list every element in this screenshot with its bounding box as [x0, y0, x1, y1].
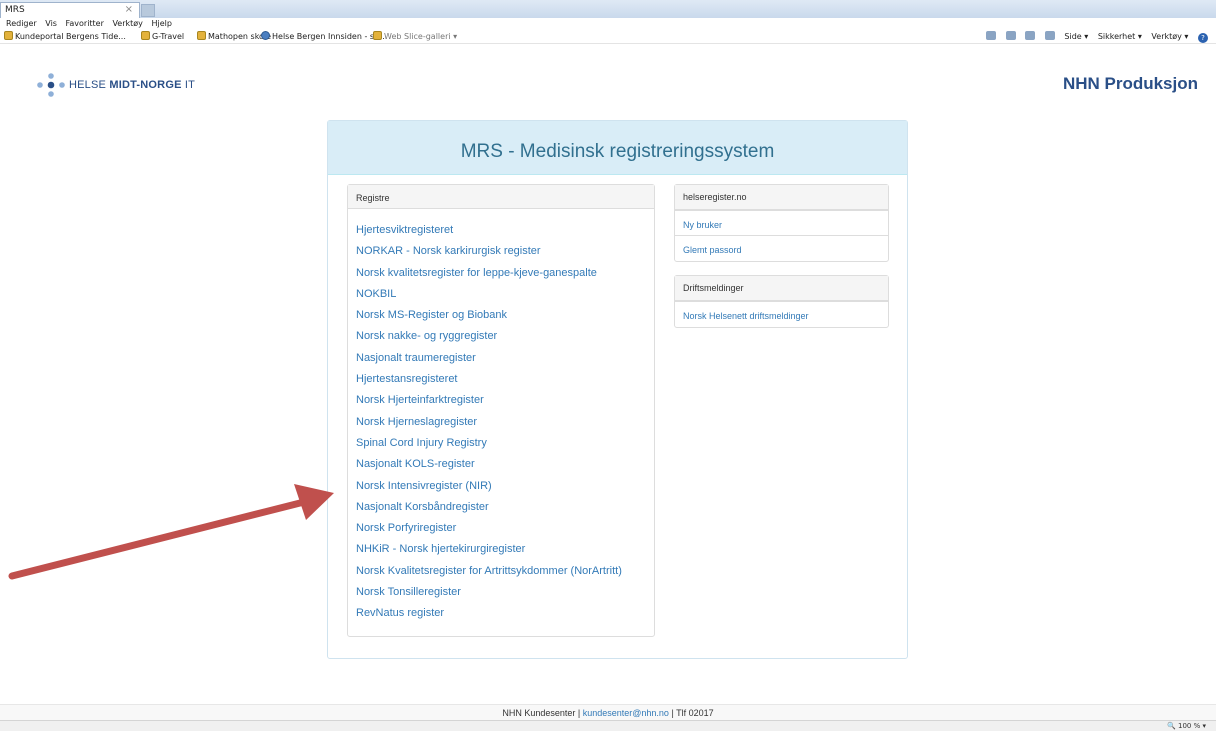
- register-link-nir[interactable]: Norsk Intensivregister (NIR): [356, 480, 492, 492]
- helse-icon: [261, 31, 270, 40]
- main-panel: MRS - Medisinsk registreringssystem Regi…: [327, 120, 908, 659]
- register-link[interactable]: Hjertesviktregisteret: [356, 224, 453, 236]
- menu-favoritter[interactable]: Favoritter: [66, 18, 104, 30]
- zoom-icon: 🔍: [1167, 722, 1176, 730]
- list-item: Ny bruker: [675, 210, 888, 235]
- favorite-g-travel[interactable]: G-Travel: [141, 31, 184, 43]
- browser-status-bar: 🔍 100 % ▾: [0, 720, 1216, 731]
- list-item: Nasjonalt traumeregister: [356, 346, 654, 367]
- close-tab-icon[interactable]: ×: [125, 4, 133, 15]
- register-link[interactable]: Norsk MS-Register og Biobank: [356, 309, 507, 321]
- register-link[interactable]: Hjertestansregisteret: [356, 373, 458, 385]
- register-link[interactable]: Nasjonalt Korsbåndregister: [356, 501, 489, 513]
- logo-text: HELSE MIDT-NORGE IT: [69, 79, 196, 91]
- list-item: Norsk Kvalitetsregister for Artrittsykdo…: [356, 559, 654, 580]
- favorite-helse-bergen[interactable]: Helse Bergen Innsiden - st...: [261, 31, 385, 43]
- help-icon[interactable]: ?: [1198, 33, 1208, 43]
- list-item: NOKBIL: [356, 282, 654, 303]
- registers-list: Hjertesviktregisteret NORKAR - Norsk kar…: [348, 209, 654, 623]
- list-item: Glemt passord: [675, 235, 888, 260]
- driftsmeldinger-heading: Driftsmeldinger: [675, 276, 888, 301]
- list-item: Norsk kvalitetsregister for leppe-kjeve-…: [356, 261, 654, 282]
- register-link[interactable]: NHKiR - Norsk hjertekirurgiregister: [356, 543, 525, 555]
- list-item: Hjertesviktregisteret: [356, 218, 654, 239]
- list-item: Norsk Hjerneslagregister: [356, 410, 654, 431]
- menu-verktoy[interactable]: Verktøy: [112, 18, 142, 30]
- register-link[interactable]: Norsk Porfyriregister: [356, 522, 456, 534]
- page-icon: [197, 31, 206, 40]
- mail-icon[interactable]: [1025, 31, 1036, 40]
- register-link[interactable]: Norsk kvalitetsregister for leppe-kjeve-…: [356, 267, 597, 279]
- forgot-password-link[interactable]: Glemt passord: [683, 245, 742, 255]
- list-item: Norsk Porfyriregister: [356, 516, 654, 537]
- register-link[interactable]: Nasjonalt traumeregister: [356, 352, 476, 364]
- register-link[interactable]: Nasjonalt KOLS-register: [356, 458, 475, 470]
- page-icon: [141, 31, 150, 40]
- browser-menu-bar: Rediger Vis Favoritter Verktøy Hjelp: [0, 18, 1216, 30]
- favorites-bar: Kundeportal Bergens Tide... G-Travel Mat…: [0, 30, 1216, 44]
- page-icon: [4, 31, 13, 40]
- list-item: Norsk Helsenett driftsmeldinger: [675, 301, 888, 326]
- list-item: NHKiR - Norsk hjertekirurgiregister: [356, 537, 654, 558]
- side-menu[interactable]: Side ▾: [1064, 32, 1088, 41]
- helseregister-panel: helseregister.no Ny bruker Glemt passord: [674, 184, 889, 262]
- register-link[interactable]: Norsk Hjerteinfarktregister: [356, 394, 484, 406]
- list-item: Norsk nakke- og ryggregister: [356, 324, 654, 345]
- list-item: Norsk Intensivregister (NIR): [356, 474, 654, 495]
- page-footer: NHN Kundesenter | kundesenter@nhn.no | T…: [0, 704, 1216, 720]
- register-link[interactable]: Norsk nakke- og ryggregister: [356, 330, 497, 342]
- verktoy-menu[interactable]: Verktøy ▾: [1151, 32, 1188, 41]
- favorite-mathopen-skole[interactable]: Mathopen skole: [197, 31, 271, 43]
- page-icon: [373, 31, 382, 40]
- register-link[interactable]: Norsk Hjerneslagregister: [356, 416, 477, 428]
- tab-title: MRS: [5, 5, 25, 15]
- environment-title: NHN Produksjon: [1062, 74, 1198, 93]
- page-title: MRS - Medisinsk registreringssystem: [328, 121, 907, 175]
- list-item: Spinal Cord Injury Registry: [356, 431, 654, 452]
- annotation-arrow-icon: [8, 484, 334, 580]
- new-tab-button[interactable]: [141, 4, 155, 17]
- menu-rediger[interactable]: Rediger: [6, 18, 37, 30]
- zoom-control[interactable]: 🔍 100 % ▾: [1167, 721, 1206, 731]
- command-bar: Side ▾ Sikkerhet ▾ Verktøy ▾ ?: [979, 31, 1208, 43]
- driftsmeldinger-panel: Driftsmeldinger Norsk Helsenett driftsme…: [674, 275, 889, 328]
- browser-tab-bar: MRS ×: [0, 0, 1216, 18]
- list-item: RevNatus register: [356, 601, 654, 622]
- menu-hjelp[interactable]: Hjelp: [151, 18, 171, 30]
- logo-dots-icon: [37, 73, 65, 97]
- print-icon[interactable]: [1044, 31, 1055, 40]
- list-item: Hjertestansregisteret: [356, 367, 654, 388]
- register-link[interactable]: NOKBIL: [356, 288, 396, 300]
- register-link[interactable]: Spinal Cord Injury Registry: [356, 437, 487, 449]
- driftsmeldinger-link[interactable]: Norsk Helsenett driftsmeldinger: [683, 311, 809, 321]
- register-link[interactable]: RevNatus register: [356, 607, 444, 619]
- list-item: Nasjonalt KOLS-register: [356, 452, 654, 473]
- favorite-kundeportal[interactable]: Kundeportal Bergens Tide...: [4, 31, 126, 43]
- registers-panel: Registre Hjertesviktregisteret NORKAR - …: [347, 184, 655, 637]
- menu-vis[interactable]: Vis: [45, 18, 57, 30]
- home-icon[interactable]: [986, 31, 997, 40]
- list-item: Nasjonalt Korsbåndregister: [356, 495, 654, 516]
- browser-tab[interactable]: MRS ×: [0, 2, 140, 18]
- list-item: Norsk MS-Register og Biobank: [356, 303, 654, 324]
- registers-heading: Registre: [348, 185, 654, 209]
- register-link[interactable]: Norsk Tonsilleregister: [356, 586, 461, 598]
- list-item: Norsk Hjerteinfarktregister: [356, 388, 654, 409]
- sikkerhet-menu[interactable]: Sikkerhet ▾: [1098, 32, 1142, 41]
- helseregister-heading: helseregister.no: [675, 185, 888, 210]
- chevron-down-icon: ▾: [1202, 722, 1206, 730]
- feeds-icon[interactable]: [1005, 31, 1016, 40]
- register-link[interactable]: Norsk Kvalitetsregister for Artrittsykdo…: [356, 565, 622, 577]
- zoom-level: 100 %: [1178, 722, 1201, 730]
- list-item: NORKAR - Norsk karkirurgisk register: [356, 239, 654, 260]
- favorite-web-slice[interactable]: Web Slice-galleri ▾: [373, 31, 457, 43]
- register-link[interactable]: NORKAR - Norsk karkirurgisk register: [356, 245, 541, 257]
- list-item: Norsk Tonsilleregister: [356, 580, 654, 601]
- new-user-link[interactable]: Ny bruker: [683, 220, 722, 230]
- support-email-link[interactable]: kundesenter@nhn.no: [583, 708, 669, 718]
